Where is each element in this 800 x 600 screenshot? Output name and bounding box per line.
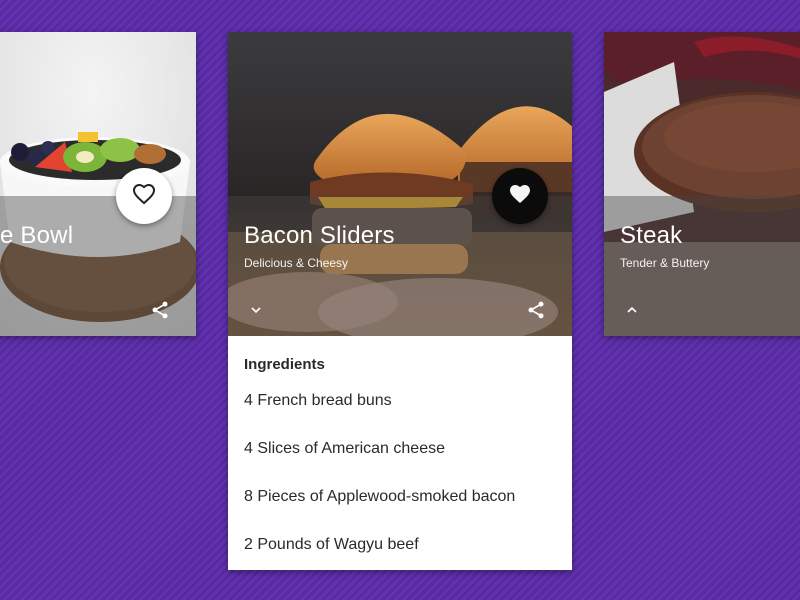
card-subtitle: Tender & Buttery (620, 256, 710, 270)
ingredient-item: 2 Pounds of Wagyu beef (244, 536, 419, 553)
card-title: Steak (620, 222, 683, 249)
ingredient-item: 4 French bread buns (244, 392, 392, 409)
share-icon (526, 300, 546, 325)
favorite-button[interactable] (492, 168, 548, 224)
ingredient-item: 4 Slices of American cheese (244, 440, 445, 457)
ingredient-item: 8 Pieces of Applewood-smoked bacon (244, 488, 516, 505)
recipe-card-steak[interactable]: Steak Tender & Buttery (604, 32, 800, 336)
share-button[interactable] (524, 300, 548, 324)
recipe-card-bacon-sliders[interactable]: Bacon Sliders Delicious & Cheesy Ingredi… (228, 32, 572, 570)
share-icon (150, 300, 170, 325)
ingredients-panel: Ingredients 4 French bread buns 4 Slices… (228, 336, 572, 570)
ingredients-heading: Ingredients (244, 356, 325, 373)
favorite-button[interactable] (116, 168, 172, 224)
heart-outline-icon (132, 182, 156, 211)
chevron-up-icon (624, 302, 640, 323)
collapse-button[interactable] (620, 300, 644, 324)
chevron-down-icon (248, 302, 264, 323)
share-button[interactable] (148, 300, 172, 324)
recipe-card-bowl[interactable]: e Bowl (0, 32, 196, 336)
heart-filled-icon (508, 182, 532, 211)
card-subtitle: Delicious & Cheesy (244, 256, 349, 270)
card-title: e Bowl (0, 222, 74, 249)
card-title: Bacon Sliders (244, 222, 395, 249)
expand-button[interactable] (244, 300, 268, 324)
